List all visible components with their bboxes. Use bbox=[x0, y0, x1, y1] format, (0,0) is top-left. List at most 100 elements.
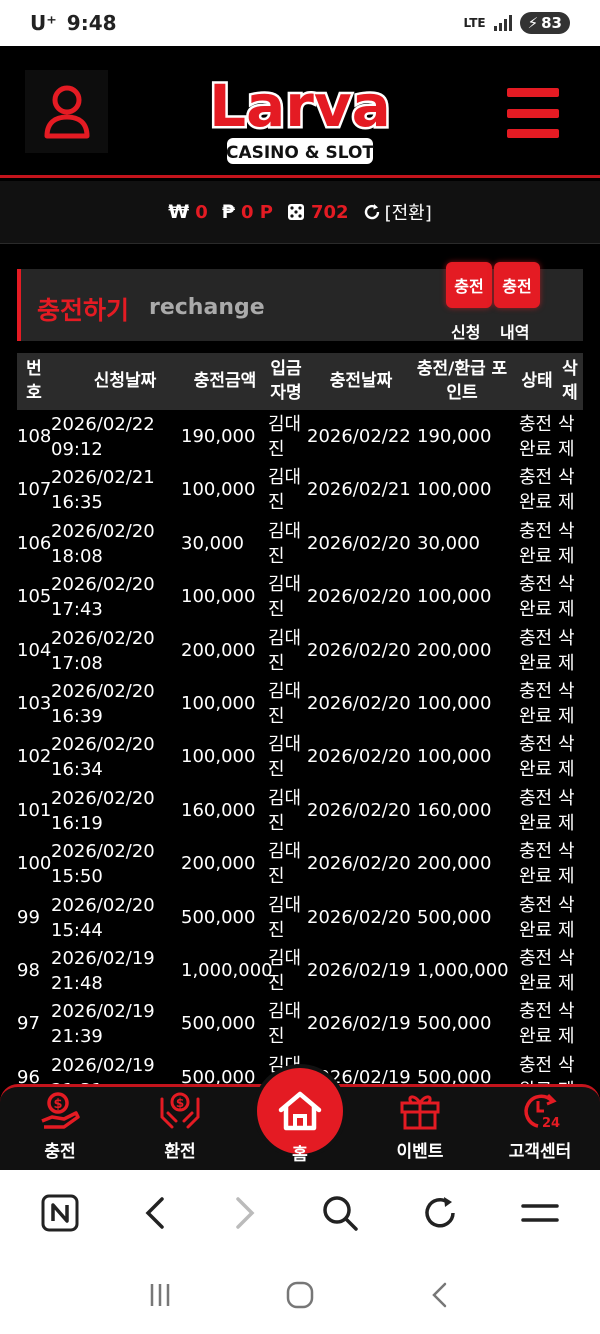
charge-request-tab[interactable]: 충전 bbox=[446, 262, 492, 308]
row-charge-date: 2026/02/20 bbox=[307, 692, 411, 714]
row-delete-button[interactable]: 삭제 bbox=[558, 999, 575, 1049]
nav-charge[interactable]: $ 충전 bbox=[20, 1091, 100, 1162]
row-request-date: 2026/02/20 16:34 bbox=[51, 734, 155, 781]
row-depositor: 김대진 bbox=[268, 680, 302, 727]
row-delete-button[interactable]: 삭제 bbox=[558, 572, 575, 622]
hamburger-menu-icon[interactable] bbox=[507, 88, 559, 138]
home-icon bbox=[278, 1091, 322, 1131]
section-header: 충전하기 rechange 충전 신청 충전 내역 bbox=[17, 262, 583, 342]
row-request-date: 2026/02/20 15:44 bbox=[51, 894, 155, 941]
table-row: 98 2026/02/19 21:48 1,000,000 김대 진 2026/02/19 1… bbox=[17, 944, 583, 997]
row-amount: 1,000,000 bbox=[181, 959, 273, 981]
carrier-label: U⁺ bbox=[30, 11, 57, 35]
row-delete-button[interactable]: 삭제 bbox=[558, 626, 575, 676]
row-depositor: 김대진 bbox=[268, 894, 302, 941]
network-label: LTE bbox=[463, 16, 486, 30]
row-request-date: 2026/02/19 21:48 bbox=[51, 947, 155, 994]
search-icon[interactable] bbox=[320, 1193, 360, 1233]
row-delete-button[interactable]: 삭제 bbox=[558, 679, 575, 729]
row-charge-date: 2026/02/21 bbox=[307, 479, 411, 501]
col-points: 충전/환급 포인트 bbox=[416, 359, 508, 403]
row-points: 160,000 bbox=[417, 799, 492, 821]
table-row: 102 2026/02/20 16:34 100,000 김대 진 2026/02/20 10… bbox=[17, 730, 583, 783]
clock: 9:48 bbox=[66, 11, 117, 35]
row-charge-date: 2026/02/22 bbox=[307, 426, 411, 447]
table-row: 100 2026/02/20 15:50 200,000 김대 진 2026/02/20 20… bbox=[17, 837, 583, 890]
reload-icon[interactable] bbox=[420, 1193, 460, 1233]
row-delete-button[interactable]: 삭제 bbox=[558, 465, 575, 515]
col-depositor: 입금자명 bbox=[270, 359, 302, 403]
row-points: 500,000 bbox=[417, 906, 492, 928]
nav-support[interactable]: 24 고객센터 bbox=[500, 1091, 580, 1162]
system-back-icon[interactable] bbox=[425, 1280, 455, 1310]
point-balance: ₱ 0 P bbox=[222, 201, 273, 223]
row-depositor: 김대진 bbox=[268, 1001, 302, 1048]
row-depositor: 김대진 bbox=[268, 734, 302, 781]
recent-apps-icon[interactable] bbox=[145, 1280, 175, 1310]
row-depositor: 김대진 bbox=[268, 574, 302, 621]
row-delete-button[interactable]: 삭제 bbox=[558, 839, 575, 889]
svg-text:$: $ bbox=[53, 1097, 62, 1112]
row-number: 104 bbox=[17, 639, 52, 661]
table-row: 108 2026/02/22 09:12 190,000 김대 진 2026/02/22 19… bbox=[17, 410, 583, 463]
row-depositor: 김대진 bbox=[268, 467, 302, 514]
col-request-date: 신청날짜 bbox=[93, 371, 157, 391]
row-number: 108 bbox=[17, 426, 52, 447]
col-no: 번호 bbox=[26, 359, 42, 403]
svg-text:$: $ bbox=[176, 1096, 184, 1110]
row-delete-button[interactable]: 삭제 bbox=[558, 519, 575, 569]
row-charge-date: 2026/02/20 bbox=[307, 586, 411, 608]
row-amount: 190,000 bbox=[181, 426, 256, 447]
row-request-date: 2026/02/20 16:39 bbox=[51, 680, 155, 727]
home-circle-icon[interactable] bbox=[285, 1280, 315, 1310]
charge-history-tab[interactable]: 충전 bbox=[494, 262, 540, 308]
row-delete-button[interactable]: 삭제 bbox=[558, 946, 575, 996]
browser-toolbar bbox=[0, 1170, 600, 1256]
row-delete-button[interactable]: 삭제 bbox=[558, 412, 575, 462]
nav-support-label: 고객센터 bbox=[508, 1142, 572, 1162]
charge-request-label: 신청 bbox=[451, 323, 481, 342]
gift-icon bbox=[400, 1095, 440, 1130]
menu-icon[interactable] bbox=[520, 1193, 560, 1233]
row-charge-date: 2026/02/19 bbox=[307, 959, 411, 981]
balance-bar: ₩ 0 ₱ 0 P 702 [전환] bbox=[0, 181, 600, 244]
row-points: 100,000 bbox=[417, 479, 492, 501]
col-charge-date: 충전날짜 bbox=[329, 371, 393, 391]
row-status: 충전완료 bbox=[519, 841, 553, 888]
row-depositor: 김대진 bbox=[268, 627, 302, 674]
site-logo[interactable]: Larva CASINO & SLOT bbox=[205, 54, 395, 170]
cash-value: 0 bbox=[195, 201, 208, 223]
row-points: 500,000 bbox=[417, 1013, 492, 1035]
row-request-date: 2026/02/20 18:08 bbox=[51, 520, 155, 567]
table-row: 101 2026/02/20 16:19 160,000 김대 진 2026/02/20 16… bbox=[17, 784, 583, 837]
nav-event[interactable]: 이벤트 bbox=[380, 1091, 460, 1162]
row-points: 100,000 bbox=[417, 692, 492, 714]
section-title: 충전하기 bbox=[37, 296, 130, 325]
row-request-date: 2026/02/20 16:19 bbox=[51, 787, 155, 834]
row-delete-button[interactable]: 삭제 bbox=[558, 786, 575, 836]
row-points: 100,000 bbox=[417, 746, 492, 768]
nav-exchange[interactable]: $ 환전 bbox=[140, 1091, 220, 1162]
row-status: 충전완료 bbox=[519, 894, 553, 941]
row-number: 106 bbox=[17, 532, 52, 554]
col-delete: 삭제 bbox=[562, 359, 578, 403]
row-status: 충전완료 bbox=[519, 520, 553, 567]
logo-text: Larva bbox=[209, 72, 391, 140]
convert-button[interactable]: [전환] bbox=[363, 199, 432, 225]
row-amount: 30,000 bbox=[181, 532, 244, 554]
row-points: 200,000 bbox=[417, 639, 492, 661]
naver-n-icon[interactable] bbox=[40, 1193, 80, 1233]
back-arrow-icon[interactable] bbox=[140, 1193, 170, 1233]
row-delete-button[interactable]: 삭제 bbox=[558, 732, 575, 782]
row-amount: 200,000 bbox=[181, 639, 256, 661]
dice-icon bbox=[287, 204, 304, 220]
table-row: 103 2026/02/20 16:39 100,000 김대 진 2026/02/20 10… bbox=[17, 677, 583, 730]
row-amount: 500,000 bbox=[181, 906, 256, 928]
logo-subtext: CASINO & SLOT bbox=[226, 143, 374, 163]
row-depositor: 김대진 bbox=[268, 520, 302, 567]
row-depositor: 김대진 bbox=[268, 841, 302, 888]
forward-arrow-icon[interactable] bbox=[230, 1193, 260, 1233]
row-delete-button[interactable]: 삭제 bbox=[558, 893, 575, 943]
table-header: 번호 신청날짜 충전금액 입금자명 충전날짜 충전/환급 포인트 상태 삭제 bbox=[17, 353, 583, 410]
profile-button[interactable] bbox=[25, 70, 108, 153]
